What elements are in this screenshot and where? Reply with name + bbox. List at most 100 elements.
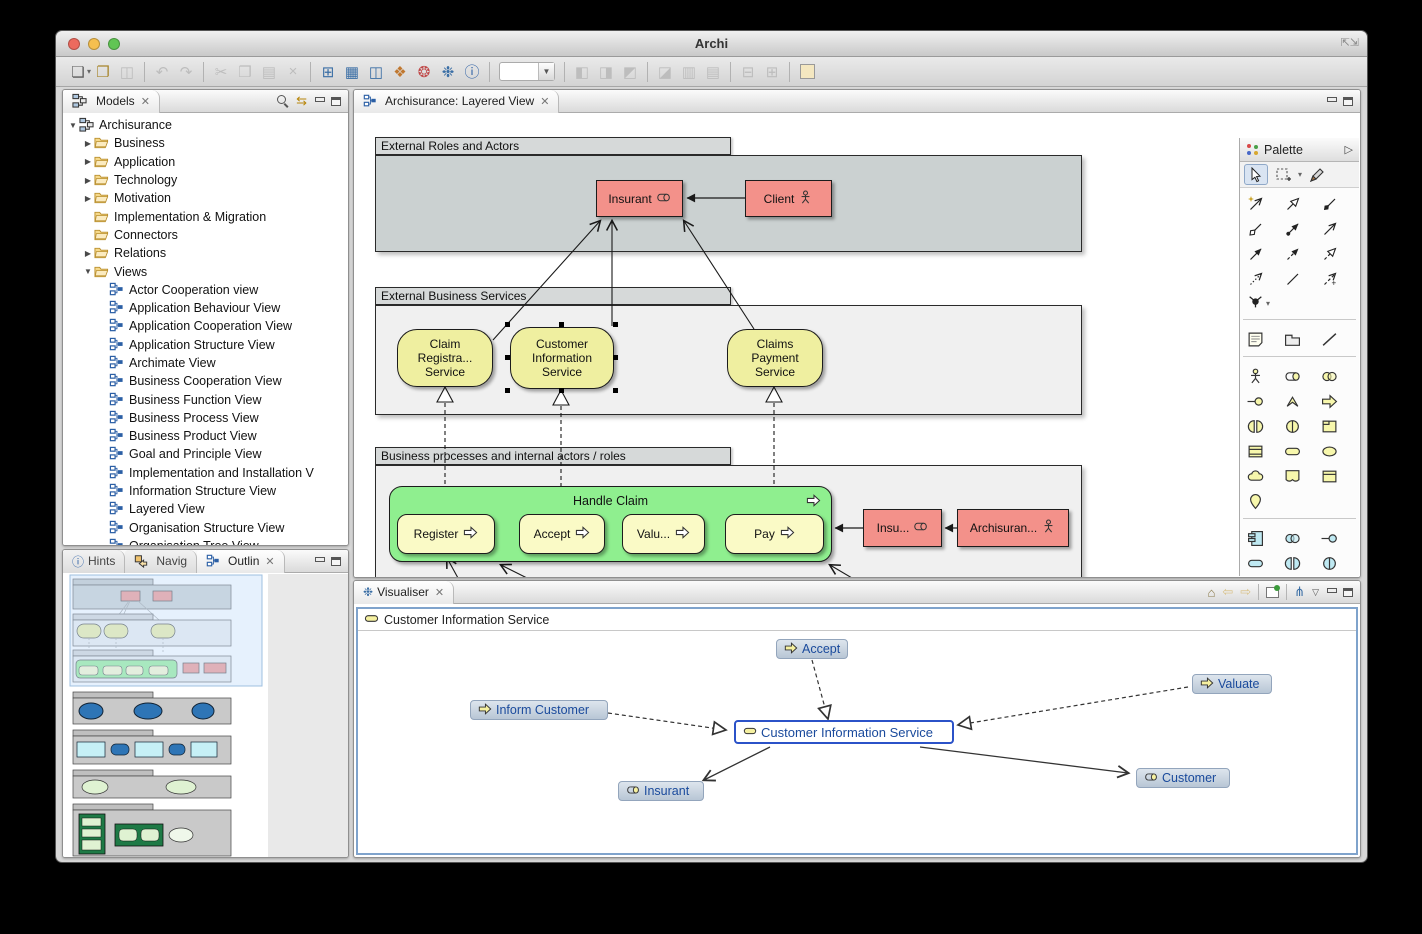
maximize-view-icon[interactable] [1343,96,1353,106]
palette-item-relations-specialisation[interactable] [1281,191,1318,216]
palette-item-other-note[interactable] [1244,327,1281,352]
palette-item-business-interface[interactable] [1244,389,1281,414]
node-archisurance-actor[interactable]: Archisuran... [957,509,1069,547]
vis-node-valuate[interactable]: Valuate [1192,674,1272,694]
palette-item-business-contract[interactable] [1244,439,1281,464]
palette-item-application-component[interactable] [1244,526,1281,551]
models-tree-button[interactable]: ⊞ [316,61,340,83]
node-insurant[interactable]: Insurant [596,180,683,217]
visualiser-button[interactable]: ❉ [436,61,460,83]
close-icon[interactable]: ✕ [540,95,549,108]
navigator-button[interactable]: ❖ [388,61,412,83]
node-claim-registration-service[interactable]: Claim Registra... Service [397,329,493,387]
maximize-view-icon[interactable] [1343,587,1353,597]
window-resize-icon[interactable]: ⇱⇲ [1341,36,1359,49]
tree-item-implementation-and-installation-v[interactable]: Implementation and Installation V [63,464,348,482]
palette-item-relations-serving[interactable] [1318,216,1355,241]
palette-item-business-actor[interactable] [1244,364,1281,389]
tab-navigator[interactable]: Navig [125,550,198,573]
tree-item-business-product-view[interactable]: Business Product View [63,427,348,445]
close-icon[interactable]: ✕ [265,555,274,568]
palette-item-business-location[interactable] [1244,489,1281,514]
minimize-view-icon[interactable] [1326,96,1337,106]
minimize-view-icon[interactable] [314,556,325,566]
node-claims-payment-service[interactable]: Claims Payment Service [727,329,823,387]
palette-item-relations-composition[interactable] [1318,191,1355,216]
minimize-view-icon[interactable] [1326,587,1337,597]
palette-item-business-meaning[interactable] [1244,464,1281,489]
depth-icon[interactable]: ⋔ [1294,584,1305,600]
node-pay[interactable]: Pay [725,514,824,554]
tree-item-views[interactable]: ▼ Views [63,262,348,280]
tree-item-implementation-migration[interactable]: Implementation & Migration [63,207,348,225]
vis-node-inform-customer[interactable]: Inform Customer [470,700,608,720]
node-accept[interactable]: Accept [519,514,605,554]
tree-item-business-process-view[interactable]: Business Process View [63,409,348,427]
palette-item-relations-aggregation[interactable] [1244,216,1281,241]
palette-item-business-object[interactable] [1318,464,1355,489]
zoom-combo[interactable]: ▼ [499,62,556,81]
tab-layered-view[interactable]: Archisurance: Layered View ✕ [354,90,560,113]
default-size-button[interactable] [795,61,819,83]
node-insurer-role[interactable]: Insu... [863,509,942,547]
tree-item-archimate-view[interactable]: Archimate View [63,354,348,372]
tree-item-business[interactable]: ▶ Business [63,134,348,152]
palette-item-business-event[interactable] [1281,389,1318,414]
palette-item-relations-assignment[interactable] [1281,216,1318,241]
tab-outline[interactable]: Outlin ✕ [197,550,285,573]
forward-icon[interactable]: ⇨ [1240,584,1251,600]
tree-item-business-cooperation-view[interactable]: Business Cooperation View [63,372,348,390]
maximize-view-icon[interactable] [331,96,341,106]
chevron-down-icon[interactable]: ▾ [1266,299,1270,308]
visualiser-canvas[interactable]: Customer Information Service Accept Valua [356,607,1358,855]
section-body-external-roles[interactable] [375,155,1082,252]
tree-item-business-function-view[interactable]: Business Function View [63,390,348,408]
tree-item-actor-cooperation-view[interactable]: Actor Cooperation view [63,281,348,299]
tree-item-archisurance[interactable]: ▼ Archisurance [63,116,348,134]
tree-item-application[interactable]: ▶ Application [63,153,348,171]
tree-item-motivation[interactable]: ▶ Motivation [63,189,348,207]
palette-item-junction[interactable] [1247,292,1264,314]
expander-right-icon[interactable]: ▶ [82,139,94,148]
back-icon[interactable]: ⇦ [1222,584,1233,600]
tree-item-technology[interactable]: ▶ Technology [63,171,348,189]
minimize-view-icon[interactable] [314,96,325,106]
palette-item-other-connection[interactable] [1318,327,1355,352]
search-icon[interactable] [277,95,289,107]
new-button[interactable]: ❏ [66,61,90,83]
expander-right-icon[interactable]: ▶ [82,194,94,203]
tab-visualiser[interactable]: ❉ Visualiser ✕ [354,581,455,604]
expander-down-icon[interactable]: ▼ [67,121,79,130]
view-menu-icon[interactable]: ▽ [1312,587,1319,598]
palette-item-relations-influence[interactable]: + [1318,266,1355,291]
maximize-view-icon[interactable] [331,556,341,566]
properties-table-button[interactable]: ▦ [340,61,364,83]
tab-models[interactable]: Models ✕ [63,90,160,113]
link-with-editor-icon[interactable]: ⇆ [296,93,307,109]
close-icon[interactable]: ✕ [141,95,150,108]
palette-item-application-service[interactable] [1244,551,1281,576]
tree-item-layered-view[interactable]: Layered View [63,500,348,518]
palette-item-relations-magic-connector[interactable] [1244,191,1281,216]
tree-item-goal-and-principle-view[interactable]: Goal and Principle View [63,445,348,463]
snapshot-pin-icon[interactable] [1266,584,1281,598]
palette-item-business-role[interactable] [1281,364,1318,389]
expander-down-icon[interactable]: ▼ [82,267,94,276]
node-register[interactable]: Register [397,514,495,554]
palette-item-business-service[interactable] [1281,439,1318,464]
section-header-external-roles[interactable]: External Roles and Actors [375,137,731,155]
tool-format-painter[interactable] [1305,164,1329,185]
palette-header[interactable]: Palette ▷ [1240,138,1359,162]
open-button[interactable]: ❐ [91,61,115,83]
palette-item-relations-flow[interactable] [1281,241,1318,266]
palette-item-business-product[interactable] [1318,414,1355,439]
vis-node-insurant[interactable]: Insurant [618,781,704,801]
diagram-canvas[interactable]: External Roles and Actors External Busin… [354,114,1360,577]
palette-item-relations-access[interactable] [1244,266,1281,291]
tree-item-connectors[interactable]: Connectors [63,226,348,244]
section-header-external-services[interactable]: External Business Services [375,287,731,305]
vis-node-customer[interactable]: Customer [1136,768,1230,788]
vis-node-customer-information-service[interactable]: Customer Information Service [734,720,954,744]
diagram-button[interactable]: ◫ [364,61,388,83]
expander-right-icon[interactable]: ▶ [82,176,94,185]
